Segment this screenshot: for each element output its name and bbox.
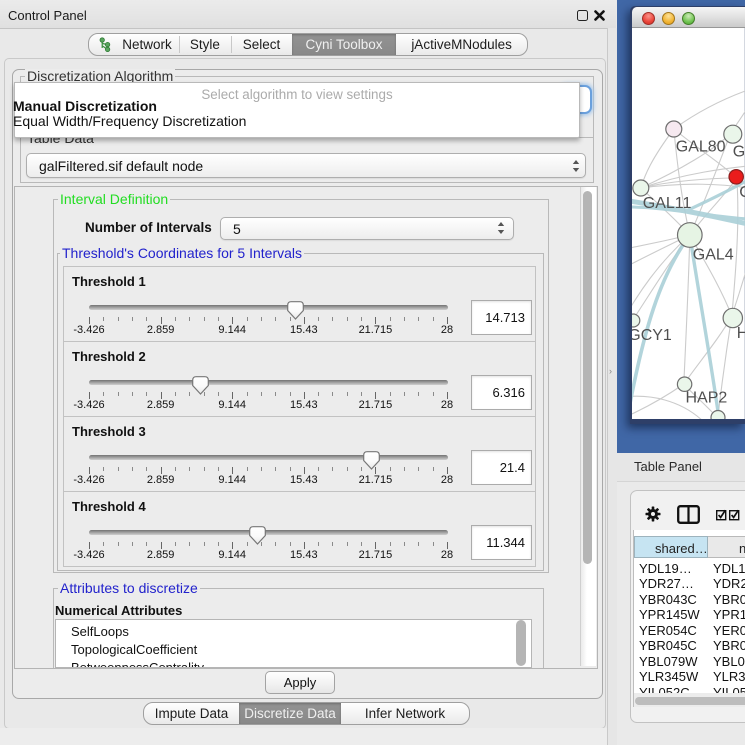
svg-text:GAL11: GAL11 — [643, 195, 692, 212]
svg-text:HAP2: HAP2 — [686, 389, 728, 406]
svg-text:GAL3: GAL3 — [733, 144, 745, 161]
svg-text:GCY1: GCY1 — [632, 327, 672, 344]
svg-text:CYC8: CYC8 — [739, 184, 744, 201]
svg-text:HIS4: HIS4 — [737, 325, 745, 342]
svg-text:GAL80: GAL80 — [676, 139, 726, 156]
svg-text:GAL4: GAL4 — [693, 246, 734, 263]
